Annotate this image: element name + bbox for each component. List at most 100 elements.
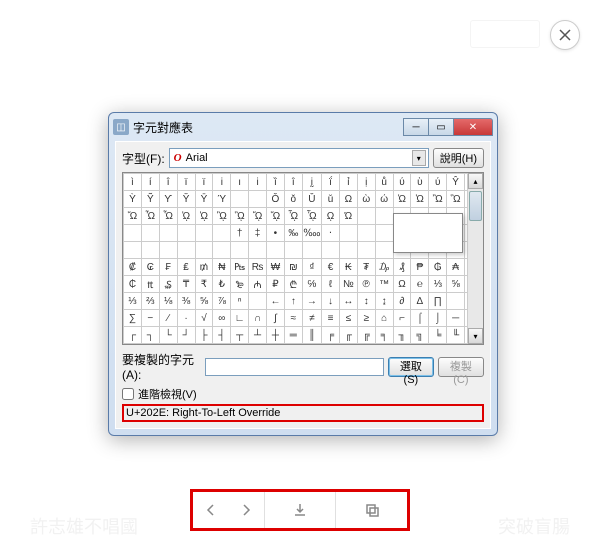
char-cell[interactable]: ₸: [177, 276, 195, 293]
char-cell[interactable]: ₦: [213, 259, 231, 276]
char-cell[interactable]: ↨: [375, 293, 393, 310]
char-cell[interactable]: ị: [357, 174, 375, 191]
char-cell[interactable]: ╔: [357, 327, 375, 344]
advanced-checkbox[interactable]: [122, 388, 134, 400]
char-cell[interactable]: ╙: [447, 327, 465, 344]
char-cell[interactable]: ∏: [429, 293, 447, 310]
char-cell[interactable]: ₩: [267, 259, 285, 276]
char-cell[interactable]: ╘: [429, 327, 447, 344]
char-cell[interactable]: ᾭ: [267, 208, 285, 225]
char-cell[interactable]: ǔ: [322, 191, 340, 208]
char-cell[interactable]: [284, 242, 302, 259]
char-cell[interactable]: ₽: [267, 276, 285, 293]
char-cell[interactable]: ℅: [302, 276, 321, 293]
char-cell[interactable]: ⌂: [375, 310, 393, 327]
char-cell[interactable]: i: [213, 174, 231, 191]
char-cell[interactable]: ₳: [447, 259, 465, 276]
char-cell[interactable]: ⅝: [447, 276, 465, 293]
char-cell[interactable]: ₤: [177, 259, 195, 276]
char-cell[interactable]: ═: [284, 327, 302, 344]
char-cell[interactable]: •: [267, 225, 285, 242]
char-cell[interactable]: ₥: [195, 259, 213, 276]
char-cell[interactable]: ∟: [231, 310, 249, 327]
char-cell[interactable]: ┐: [141, 327, 159, 344]
char-cell[interactable]: ┬: [231, 327, 249, 344]
char-cell[interactable]: ╖: [393, 327, 411, 344]
char-cell[interactable]: ∙: [177, 310, 195, 327]
char-cell[interactable]: ₱: [411, 259, 429, 276]
char-cell[interactable]: Ύ: [213, 191, 231, 208]
char-cell[interactable]: ₧: [231, 259, 249, 276]
char-cell[interactable]: ╒: [322, 327, 340, 344]
char-cell[interactable]: ₢: [141, 259, 159, 276]
char-cell[interactable]: ║: [302, 327, 321, 344]
char-cell[interactable]: №: [339, 276, 357, 293]
char-cell[interactable]: ∆: [411, 293, 429, 310]
char-cell[interactable]: ⅛: [159, 293, 177, 310]
maximize-button[interactable]: ▭: [428, 118, 454, 136]
char-cell[interactable]: ≡: [322, 310, 340, 327]
select-button[interactable]: 選取(S): [388, 357, 434, 377]
char-cell[interactable]: ᾩ: [195, 208, 213, 225]
char-cell[interactable]: ₫: [302, 259, 321, 276]
char-cell[interactable]: ₷: [159, 276, 177, 293]
char-cell[interactable]: ╗: [411, 327, 429, 344]
char-cell[interactable]: Ὣ: [447, 191, 465, 208]
char-cell[interactable]: [231, 191, 249, 208]
char-cell[interactable]: ≥: [357, 310, 375, 327]
char-cell[interactable]: ≠: [302, 310, 321, 327]
char-cell[interactable]: ╓: [339, 327, 357, 344]
char-cell[interactable]: [141, 225, 159, 242]
char-cell[interactable]: ⅜: [177, 293, 195, 310]
font-dropdown[interactable]: O Arial ▾: [169, 148, 429, 168]
char-cell[interactable]: [213, 225, 231, 242]
char-cell[interactable]: ώ: [375, 191, 393, 208]
char-cell[interactable]: √: [195, 310, 213, 327]
char-cell[interactable]: ᾫ: [231, 208, 249, 225]
char-cell[interactable]: [447, 293, 465, 310]
char-cell[interactable]: ₾: [284, 276, 302, 293]
char-cell[interactable]: ⌠: [411, 310, 429, 327]
char-cell[interactable]: ├: [195, 327, 213, 344]
char-cell[interactable]: ℮: [411, 276, 429, 293]
char-cell[interactable]: [339, 225, 357, 242]
char-cell[interactable]: Ὦ: [141, 208, 159, 225]
scroll-down-icon[interactable]: ▾: [468, 328, 483, 344]
char-cell[interactable]: [195, 242, 213, 259]
char-cell[interactable]: ḭ: [302, 174, 321, 191]
char-cell[interactable]: ỉ: [339, 174, 357, 191]
char-cell[interactable]: −: [141, 310, 159, 327]
char-cell[interactable]: Ŷ: [447, 174, 465, 191]
char-cell[interactable]: ὺ: [411, 174, 429, 191]
char-cell[interactable]: ⅝: [195, 293, 213, 310]
char-cell[interactable]: ╕: [375, 327, 393, 344]
scrollbar[interactable]: ▴ ▾: [467, 173, 483, 344]
char-cell[interactable]: ᾮ: [284, 208, 302, 225]
next-button[interactable]: [228, 492, 263, 528]
char-cell[interactable]: └: [159, 327, 177, 344]
char-cell[interactable]: ï: [195, 174, 213, 191]
character-grid[interactable]: ìíîïïiıiȉȋḭḯỉịůύὺύŶŸỲỸƳῨῩΎǑǒǓǔΩὼώὨὩὪὫὬὭὮ…: [122, 172, 484, 345]
char-cell[interactable]: ᾯ: [302, 208, 321, 225]
char-cell[interactable]: ǒ: [284, 191, 302, 208]
char-cell[interactable]: ≈: [284, 310, 302, 327]
char-cell[interactable]: ï: [177, 174, 195, 191]
char-cell[interactable]: [177, 225, 195, 242]
char-cell[interactable]: ₹: [195, 276, 213, 293]
char-cell[interactable]: ₲: [429, 259, 447, 276]
char-cell[interactable]: ↔: [339, 293, 357, 310]
char-cell[interactable]: [267, 242, 285, 259]
lightbox-close-button[interactable]: [550, 20, 580, 50]
char-cell[interactable]: ‱: [302, 225, 321, 242]
char-cell[interactable]: ⁿ: [231, 293, 249, 310]
char-cell[interactable]: [124, 242, 142, 259]
char-cell[interactable]: ⌐: [393, 310, 411, 327]
char-cell[interactable]: ≤: [339, 310, 357, 327]
char-cell[interactable]: ┼: [267, 327, 285, 344]
char-cell[interactable]: [159, 242, 177, 259]
char-cell[interactable]: ┴: [249, 327, 267, 344]
titlebar[interactable]: ◫ 字元對應表 ─ ▭ ✕: [109, 113, 497, 141]
char-cell[interactable]: ì: [124, 174, 142, 191]
char-cell[interactable]: ∑: [124, 310, 142, 327]
char-cell[interactable]: ȋ: [284, 174, 302, 191]
